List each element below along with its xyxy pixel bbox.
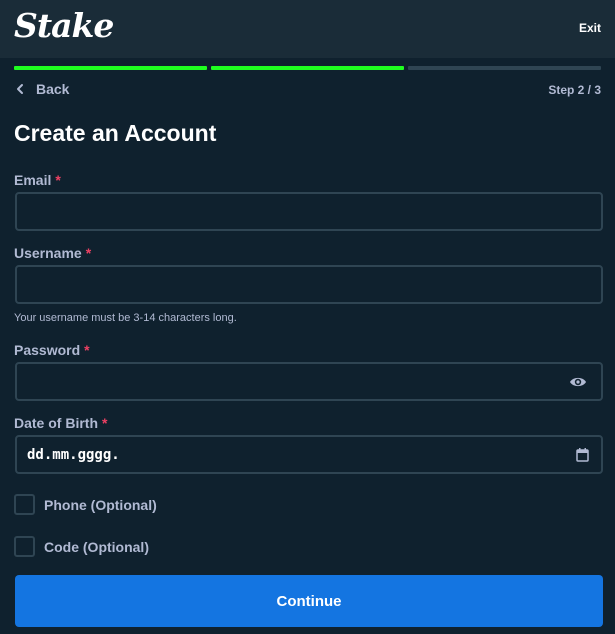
eye-icon[interactable] [569, 375, 587, 389]
required-mark: * [55, 172, 61, 188]
password-field-container [15, 362, 603, 401]
dob-label-text: Date of Birth [14, 415, 98, 431]
page-title: Create an Account [14, 120, 217, 146]
stake-logo[interactable]: Stake [14, 6, 114, 45]
calendar-icon[interactable] [576, 448, 589, 462]
code-checkbox[interactable] [14, 536, 35, 557]
email-label: Email * [14, 172, 61, 188]
password-label-text: Password [14, 342, 81, 358]
top-header: Stake Exit [0, 0, 615, 58]
required-mark: * [102, 415, 108, 431]
required-mark: * [85, 245, 92, 261]
back-button[interactable]: Back [14, 81, 69, 97]
code-optional-toggle[interactable]: Code (Optional) [14, 536, 149, 557]
username-label: Username * [14, 245, 91, 261]
progress-segment-2 [211, 66, 404, 70]
required-mark: * [84, 342, 90, 358]
dob-placeholder: dd.mm.gggg. [27, 447, 120, 463]
back-label: Back [36, 81, 70, 97]
email-field-container [15, 192, 603, 231]
username-label-text: Username [14, 245, 82, 261]
email-field[interactable] [17, 194, 601, 229]
progress-segment-1 [14, 66, 207, 70]
phone-checkbox[interactable] [14, 494, 35, 515]
progress-segment-3 [408, 66, 601, 70]
exit-button[interactable]: Exit [579, 21, 601, 35]
username-field[interactable] [17, 267, 601, 302]
step-progress-bar [14, 66, 601, 70]
password-field[interactable] [17, 364, 601, 399]
code-option-label: Code (Optional) [44, 538, 149, 555]
username-field-container [15, 265, 603, 304]
phone-optional-toggle[interactable]: Phone (Optional) [14, 494, 157, 515]
dob-field[interactable]: dd.mm.gggg. [15, 435, 603, 474]
continue-button[interactable]: Continue [15, 575, 603, 627]
password-label: Password * [14, 342, 90, 358]
step-indicator: Step 2 / 3 [548, 83, 601, 97]
phone-option-label: Phone (Optional) [44, 496, 157, 513]
username-hint: Your username must be 3-14 characters lo… [14, 312, 237, 324]
dob-label: Date of Birth * [14, 415, 107, 431]
email-label-text: Email [14, 172, 52, 188]
chevron-left-icon [17, 84, 23, 94]
